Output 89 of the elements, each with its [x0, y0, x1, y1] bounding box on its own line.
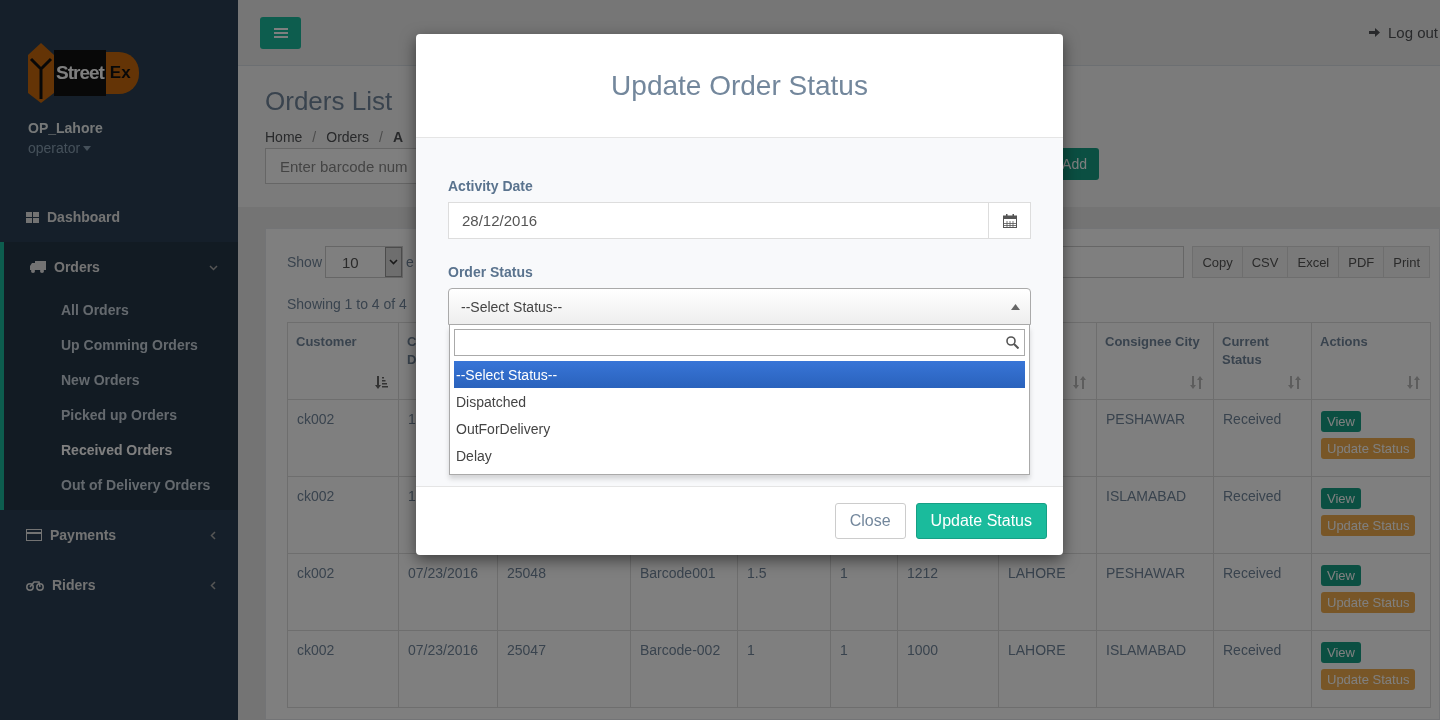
credit-card-icon	[26, 529, 42, 541]
table-cell: ck002	[287, 630, 399, 708]
export-button[interactable]: PDF	[1338, 246, 1385, 278]
sign-out-icon	[1368, 27, 1382, 38]
update-status-button[interactable]: Update Status	[1321, 592, 1416, 613]
table-cell: Received	[1213, 476, 1312, 554]
logo-text: Street	[54, 50, 106, 96]
column-header[interactable]: Customer	[287, 322, 399, 400]
chevron-down-icon	[389, 259, 399, 265]
date-field[interactable]: 28/12/2016	[448, 202, 1031, 239]
entries-label: e	[406, 254, 414, 270]
update-status-button[interactable]: Update Status	[1321, 669, 1416, 690]
table-cell: 1	[830, 630, 898, 708]
table-cell: PESHAWAR	[1096, 399, 1214, 477]
export-button[interactable]: CSV	[1241, 246, 1289, 278]
submenu-item[interactable]: New Orders	[4, 362, 238, 397]
export-button[interactable]: Copy	[1192, 246, 1243, 278]
logout-link[interactable]: Log out	[1368, 24, 1438, 41]
view-button[interactable]: View	[1321, 411, 1361, 432]
column-header[interactable]: Consignee City	[1096, 322, 1214, 400]
breadcrumb-link[interactable]: Orders	[326, 129, 370, 145]
column-header[interactable]: Actions	[1311, 322, 1431, 400]
page-size-select[interactable]: 10	[325, 246, 404, 278]
field-label: Activity Date	[448, 178, 534, 194]
table-cell: 1	[737, 630, 831, 708]
table-cell: ck002	[287, 553, 399, 631]
dropdown-search-field[interactable]	[454, 329, 1025, 356]
sidebar-item[interactable]: Orders	[4, 242, 238, 292]
submenu-item[interactable]: Up Comming Orders	[4, 327, 238, 362]
show-label: Show	[287, 254, 323, 270]
table-cell: 07/23/2016	[398, 630, 498, 708]
caret-up-icon	[1011, 303, 1020, 310]
update-status-button[interactable]: Update Status	[1321, 515, 1416, 536]
column-header-label: C D	[407, 334, 417, 368]
export-button[interactable]: Excel	[1287, 246, 1340, 278]
table-cell: 1000	[897, 630, 999, 708]
breadcrumb-separator: /	[379, 129, 383, 145]
motorbike-icon	[26, 579, 44, 591]
table-cell: ISLAMABAD	[1096, 630, 1214, 708]
modal-title: Update Order Status	[611, 69, 868, 102]
table-cell: Received	[1213, 630, 1312, 708]
column-header-label: Consignee City	[1105, 334, 1200, 349]
column-header-label: Current Status	[1222, 334, 1269, 368]
view-button[interactable]: View	[1321, 488, 1361, 509]
grid-icon	[26, 211, 39, 223]
page-title: Orders List	[265, 86, 393, 117]
table-cell: Barcode-002	[630, 630, 738, 708]
submenu-item[interactable]: Out of Delivery Orders	[4, 467, 238, 502]
submenu-item[interactable]: Picked up Orders	[4, 397, 238, 432]
table-cell: ck002	[287, 476, 399, 554]
table-cell: 25047	[497, 630, 631, 708]
close-button[interactable]: Close	[834, 503, 906, 539]
table-cell: PESHAWAR	[1096, 553, 1214, 631]
table-cell: LAHORE	[998, 630, 1097, 708]
sidebar-item[interactable]: Payments	[0, 510, 238, 560]
chevron-down-icon	[209, 262, 218, 272]
chevron-left-icon	[209, 530, 218, 540]
table-cell: ck002	[287, 399, 399, 477]
logo-text: Ex	[105, 52, 139, 94]
user-name: OP_Lahore	[28, 120, 104, 136]
update-status-button[interactable]: Update Status	[915, 503, 1047, 539]
field-label: Order Status	[448, 264, 534, 280]
dropdown-option[interactable]: --Select Status--	[454, 361, 1025, 388]
view-button[interactable]: View	[1321, 565, 1361, 586]
table-cell: Received	[1213, 553, 1312, 631]
column-header[interactable]: Current Status	[1213, 322, 1312, 400]
view-button[interactable]: View	[1321, 642, 1361, 663]
calendar-icon	[1002, 213, 1017, 228]
search-icon	[1006, 336, 1019, 349]
chevron-left-icon	[209, 580, 218, 590]
export-button[interactable]: Print	[1383, 246, 1430, 278]
truck-icon	[30, 261, 46, 273]
breadcrumb-link[interactable]: Home	[265, 129, 303, 145]
menu-icon	[273, 26, 288, 39]
column-header-label: Actions	[1320, 334, 1368, 349]
sidebar-item[interactable]: Dashboard	[0, 192, 238, 242]
menu-button[interactable]	[260, 16, 301, 49]
table-cell: Received	[1213, 399, 1312, 477]
caret-icon[interactable]	[83, 145, 92, 151]
sidebar-item[interactable]: Riders	[0, 560, 238, 610]
column-header-label: Customer	[296, 334, 357, 349]
table-cell: ISLAMABAD	[1096, 476, 1214, 554]
update-status-button[interactable]: Update Status	[1321, 438, 1416, 459]
logo-drawing	[28, 43, 54, 103]
breadcrumb-separator: /	[312, 129, 317, 145]
table-info: Showing 1 to 4 of 4	[287, 296, 407, 312]
submenu-item[interactable]: Received Orders	[4, 432, 238, 467]
submenu-item[interactable]: All Orders	[4, 292, 238, 327]
breadcrumb-link[interactable]: A	[392, 129, 404, 145]
